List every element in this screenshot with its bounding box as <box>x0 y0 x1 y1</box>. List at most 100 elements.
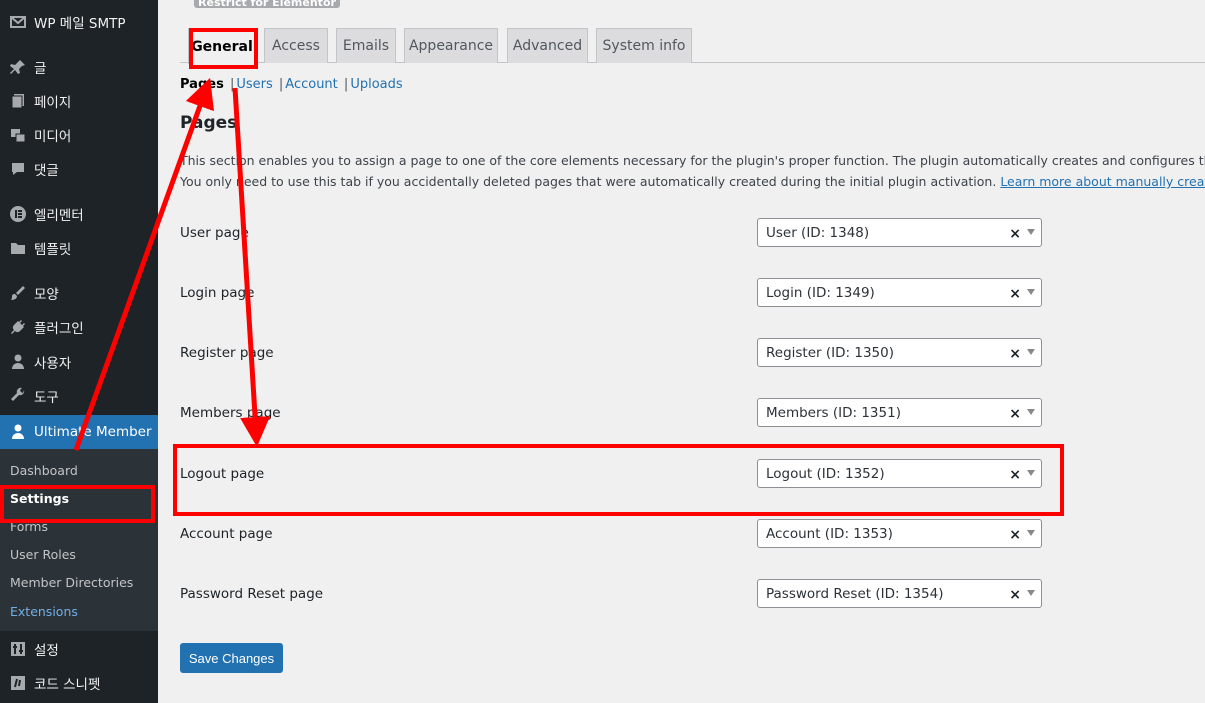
logout-page-select[interactable]: Logout (ID: 1352) × <box>757 459 1042 488</box>
code-icon <box>8 673 28 693</box>
sidebar-item-label: 사용자 <box>34 356 72 372</box>
sidebar-item-label: WP 메일 SMTP <box>34 16 126 32</box>
sidebar-item-label: 도구 <box>34 390 59 406</box>
selected-value: Logout (ID: 1352) <box>766 465 885 482</box>
submenu-user-roles[interactable]: User Roles <box>10 547 76 562</box>
elementor-icon <box>8 204 28 224</box>
submenu-settings[interactable]: Settings <box>10 491 69 506</box>
chevron-down-icon[interactable] <box>1027 229 1035 235</box>
pages-icon <box>8 91 28 111</box>
plugin-icon <box>8 317 28 337</box>
tab-appearance[interactable]: Appearance <box>404 28 498 63</box>
account-page-select[interactable]: Account (ID: 1353) × <box>757 519 1042 548</box>
password-reset-page-select[interactable]: Password Reset (ID: 1354) × <box>757 579 1042 608</box>
sidebar-item-label: 댓글 <box>34 163 59 179</box>
chevron-down-icon[interactable] <box>1027 530 1035 536</box>
user-page-select[interactable]: User (ID: 1348) × <box>757 218 1042 247</box>
subnav-pages[interactable]: Pages <box>180 77 224 92</box>
description-line-1: This section enables you to assign a pag… <box>180 153 1205 168</box>
comment-icon <box>8 159 28 179</box>
chevron-down-icon[interactable] <box>1027 470 1035 476</box>
sidebar-item-label: 플러그인 <box>34 321 84 337</box>
chevron-down-icon[interactable] <box>1027 289 1035 295</box>
restrict-elementor-badge[interactable]: Restrict for Elementor <box>194 0 340 8</box>
sidebar-item-appearance[interactable]: 모양 <box>0 276 158 310</box>
account-page-label: Account page <box>180 526 273 542</box>
tab-system-info[interactable]: System info <box>596 28 692 63</box>
submenu-member-directories[interactable]: Member Directories <box>10 575 133 590</box>
brush-icon <box>8 283 28 303</box>
sidebar-item-ultimate-member[interactable]: Ultimate Member <box>0 415 158 449</box>
login-page-select[interactable]: Login (ID: 1349) × <box>757 278 1042 307</box>
tab-advanced[interactable]: Advanced <box>507 28 588 63</box>
sidebar-item-media[interactable]: 미디어 <box>0 118 158 152</box>
selected-value: Password Reset (ID: 1354) <box>766 585 944 602</box>
subnav-uploads[interactable]: Uploads <box>350 77 402 92</box>
sidebar-item-plugins[interactable]: 플러그인 <box>0 310 158 344</box>
selected-value: Account (ID: 1353) <box>766 525 893 542</box>
sidebar-item-wp-mail-smtp[interactable]: WP 메일 SMTP <box>0 5 158 39</box>
selected-value: User (ID: 1348) <box>766 224 870 241</box>
learn-more-link[interactable]: Learn more about manually creating pages <box>1000 174 1205 189</box>
sidebar-item-elementor[interactable]: 엘리멘터 <box>0 197 158 231</box>
subnav-users[interactable]: Users <box>236 77 272 92</box>
chevron-down-icon[interactable] <box>1027 590 1035 596</box>
selected-value: Login (ID: 1349) <box>766 284 875 301</box>
sidebar-item-label: 코드 스니펫 <box>34 677 101 693</box>
submenu-dashboard[interactable]: Dashboard <box>10 463 78 478</box>
clear-icon[interactable]: × <box>1009 346 1021 362</box>
wrench-icon <box>8 386 28 406</box>
members-page-select[interactable]: Members (ID: 1351) × <box>757 398 1042 427</box>
save-changes-button[interactable]: Save Changes <box>180 643 283 673</box>
chevron-down-icon[interactable] <box>1027 409 1035 415</box>
login-page-label: Login page <box>180 285 255 301</box>
clear-icon[interactable]: × <box>1009 467 1021 483</box>
sidebar-item-label: 엘리멘터 <box>34 208 84 224</box>
user-page-label: User page <box>180 225 249 241</box>
settings-main: Restrict for Elementor General Access Em… <box>158 0 1205 703</box>
clear-icon[interactable]: × <box>1009 226 1021 242</box>
sidebar-item-templates[interactable]: 템플릿 <box>0 231 158 265</box>
members-page-label: Members page <box>180 405 281 421</box>
user-icon <box>8 352 28 372</box>
tab-general[interactable]: General <box>188 28 256 64</box>
clear-icon[interactable]: × <box>1009 527 1021 543</box>
sidebar-item-users[interactable]: 사용자 <box>0 345 158 379</box>
sidebar-item-comments[interactable]: 댓글 <box>0 152 158 186</box>
section-title: Pages <box>180 113 238 133</box>
logout-page-label: Logout page <box>180 466 265 482</box>
description-line-2: You only need to use this tab if you acc… <box>180 171 1205 192</box>
clear-icon[interactable]: × <box>1009 286 1021 302</box>
register-page-select[interactable]: Register (ID: 1350) × <box>757 338 1042 367</box>
mail-icon <box>8 12 28 32</box>
clear-icon[interactable]: × <box>1009 406 1021 422</box>
tab-access[interactable]: Access <box>264 28 328 63</box>
folder-icon <box>8 238 28 258</box>
selected-value: Register (ID: 1350) <box>766 344 894 361</box>
sidebar-item-pages[interactable]: 페이지 <box>0 84 158 118</box>
description-text: You only need to use this tab if you acc… <box>180 174 1001 189</box>
sidebar-item-label: 모양 <box>34 287 59 303</box>
clear-icon[interactable]: × <box>1009 587 1021 603</box>
sidebar-item-label: 미디어 <box>34 129 72 145</box>
pin-icon <box>8 57 28 77</box>
sidebar-item-label: 템플릿 <box>34 242 72 258</box>
sidebar-item-settings[interactable]: 설정 <box>0 632 158 666</box>
subnav-account[interactable]: Account <box>285 77 338 92</box>
settings-icon <box>8 639 28 659</box>
section-description: This section enables you to assign a pag… <box>180 150 1205 192</box>
sidebar-item-label: 페이지 <box>34 95 72 111</box>
sidebar-item-label: Ultimate Member <box>34 424 152 440</box>
admin-sidebar: WP 메일 SMTP 글 페이지 미디어 댓글 엘리멘터 템플릿 모양 플러그인… <box>0 0 158 703</box>
tab-emails[interactable]: Emails <box>336 28 396 63</box>
submenu-extensions[interactable]: Extensions <box>10 604 78 619</box>
sidebar-item-code-snippets[interactable]: 코드 스니펫 <box>0 666 158 700</box>
sidebar-item-label: 글 <box>34 61 47 77</box>
sidebar-item-posts[interactable]: 글 <box>0 50 158 84</box>
submenu-forms[interactable]: Forms <box>10 519 48 534</box>
chevron-down-icon[interactable] <box>1027 349 1035 355</box>
media-icon <box>8 125 28 145</box>
section-subnav: Pages | Users | Account | Uploads <box>180 77 403 92</box>
sidebar-item-tools[interactable]: 도구 <box>0 379 158 413</box>
sidebar-item-label: 설정 <box>34 643 59 659</box>
